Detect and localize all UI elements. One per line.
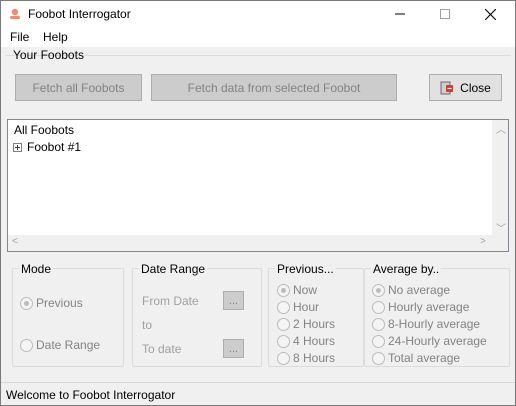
status-bar: Welcome to Foobot Interrogator (1, 382, 515, 405)
average-hourly-radio[interactable]: Hourly average (372, 300, 469, 314)
radio-unchecked-icon[interactable] (372, 334, 385, 348)
average-legend: Average by.. (371, 262, 442, 276)
mode-legend: Mode (19, 262, 54, 276)
previous-8-hours-label: 8 Hours (293, 351, 336, 365)
average-8-hourly-radio[interactable]: 8-Hourly average (372, 317, 480, 331)
average-8-hourly-label: 8-Hourly average (388, 317, 481, 331)
previous-group: Previous... Now Hour 2 Hours 4 Hours 8 H… (268, 262, 364, 367)
maximize-icon (440, 9, 450, 19)
mode-previous-radio[interactable]: Previous (20, 296, 83, 310)
radio-unchecked-icon[interactable] (277, 317, 290, 331)
previous-legend: Previous... (275, 262, 336, 276)
date-range-legend: Date Range (139, 262, 208, 276)
minimize-button[interactable] (377, 1, 423, 27)
radio-unchecked-icon[interactable] (277, 300, 290, 314)
previous-8-hours-radio[interactable]: 8 Hours (277, 351, 335, 365)
status-text: Welcome to Foobot Interrogator (6, 388, 176, 402)
radio-unchecked-icon[interactable] (372, 317, 385, 331)
window-title: Foobot Interrogator (28, 7, 131, 21)
to-date-label: To date (142, 342, 182, 356)
radio-unchecked-icon[interactable] (20, 338, 33, 352)
fetch-selected-label: Fetch data from selected Foobot (187, 80, 361, 95)
close-x-icon (484, 8, 496, 20)
previous-now-radio[interactable]: Now (277, 283, 317, 297)
app-window: Foobot Interrogator File Help Your Foobo… (0, 0, 516, 406)
horizontal-scrollbar[interactable]: < > (8, 235, 508, 251)
radio-checked-icon[interactable] (372, 283, 385, 297)
previous-hour-radio[interactable]: Hour (277, 300, 319, 314)
from-date-picker-button[interactable]: ... (223, 291, 244, 310)
average-hourly-label: Hourly average (388, 300, 470, 314)
close-button[interactable]: Close (429, 74, 502, 101)
scroll-right-icon[interactable]: > (480, 236, 486, 247)
average-none-label: No average (388, 283, 451, 297)
foobots-group-label: Your Foobots (13, 48, 84, 62)
mode-previous-label: Previous (36, 296, 83, 310)
tree-item-label[interactable]: Foobot #1 (27, 140, 81, 154)
fetch-all-foobots-button[interactable]: Fetch all Foobots (15, 74, 142, 101)
menu-file[interactable]: File (10, 30, 29, 44)
radio-unchecked-icon[interactable] (372, 351, 385, 365)
vertical-scrollbar[interactable]: ︿ ﹀ (492, 120, 508, 235)
scroll-down-icon[interactable]: ﹀ (496, 220, 506, 235)
previous-4-hours-label: 4 Hours (293, 334, 336, 348)
title-bar[interactable]: Foobot Interrogator (1, 1, 515, 27)
maximize-button[interactable] (422, 1, 468, 27)
scroll-left-icon[interactable]: < (12, 236, 18, 247)
tree-root-label[interactable]: All Foobots (14, 123, 74, 137)
foobot-app-icon (10, 8, 20, 19)
window-close-button[interactable] (467, 1, 513, 27)
mode-group: Mode Previous Date Range (12, 262, 124, 367)
radio-unchecked-icon[interactable] (277, 334, 290, 348)
average-24-hourly-label: 24-Hourly average (388, 334, 487, 348)
previous-2-hours-radio[interactable]: 2 Hours (277, 317, 335, 331)
average-none-radio[interactable]: No average (372, 283, 450, 297)
mode-date-range-label: Date Range (36, 338, 101, 352)
average-total-radio[interactable]: Total average (372, 351, 460, 365)
exit-door-icon (440, 81, 454, 94)
radio-checked-icon[interactable] (277, 283, 290, 297)
radio-unchecked-icon[interactable] (372, 300, 385, 314)
radio-unchecked-icon[interactable] (277, 351, 290, 365)
fetch-all-label: Fetch all Foobots (32, 80, 125, 95)
average-24-hourly-radio[interactable]: 24-Hourly average (372, 334, 487, 348)
average-group: Average by.. No average Hourly average 8… (364, 262, 510, 367)
to-label: to (142, 318, 153, 332)
close-label: Close (460, 80, 491, 95)
previous-4-hours-radio[interactable]: 4 Hours (277, 334, 335, 348)
from-date-label: From Date (142, 294, 199, 308)
tree-expand-plus-icon[interactable] (13, 142, 22, 152)
menu-help[interactable]: Help (43, 30, 68, 44)
radio-checked-icon[interactable] (20, 296, 33, 310)
previous-2-hours-label: 2 Hours (293, 317, 336, 331)
fetch-selected-foobot-button[interactable]: Fetch data from selected Foobot (151, 74, 397, 101)
tree-item[interactable]: Foobot #1 (13, 140, 81, 154)
scroll-up-icon[interactable]: ︿ (496, 121, 506, 136)
foobot-tree[interactable]: All Foobots Foobot #1 ︿ ﹀ < > (7, 119, 509, 252)
average-total-label: Total average (388, 351, 461, 365)
date-range-group: Date Range From Date ... to To date ... (132, 262, 262, 367)
to-date-picker-button[interactable]: ... (223, 339, 244, 358)
minimize-icon (395, 13, 405, 15)
mode-date-range-radio[interactable]: Date Range (20, 338, 100, 352)
menu-bar: File Help (1, 27, 515, 47)
previous-hour-label: Hour (293, 300, 320, 314)
previous-now-label: Now (293, 283, 318, 297)
